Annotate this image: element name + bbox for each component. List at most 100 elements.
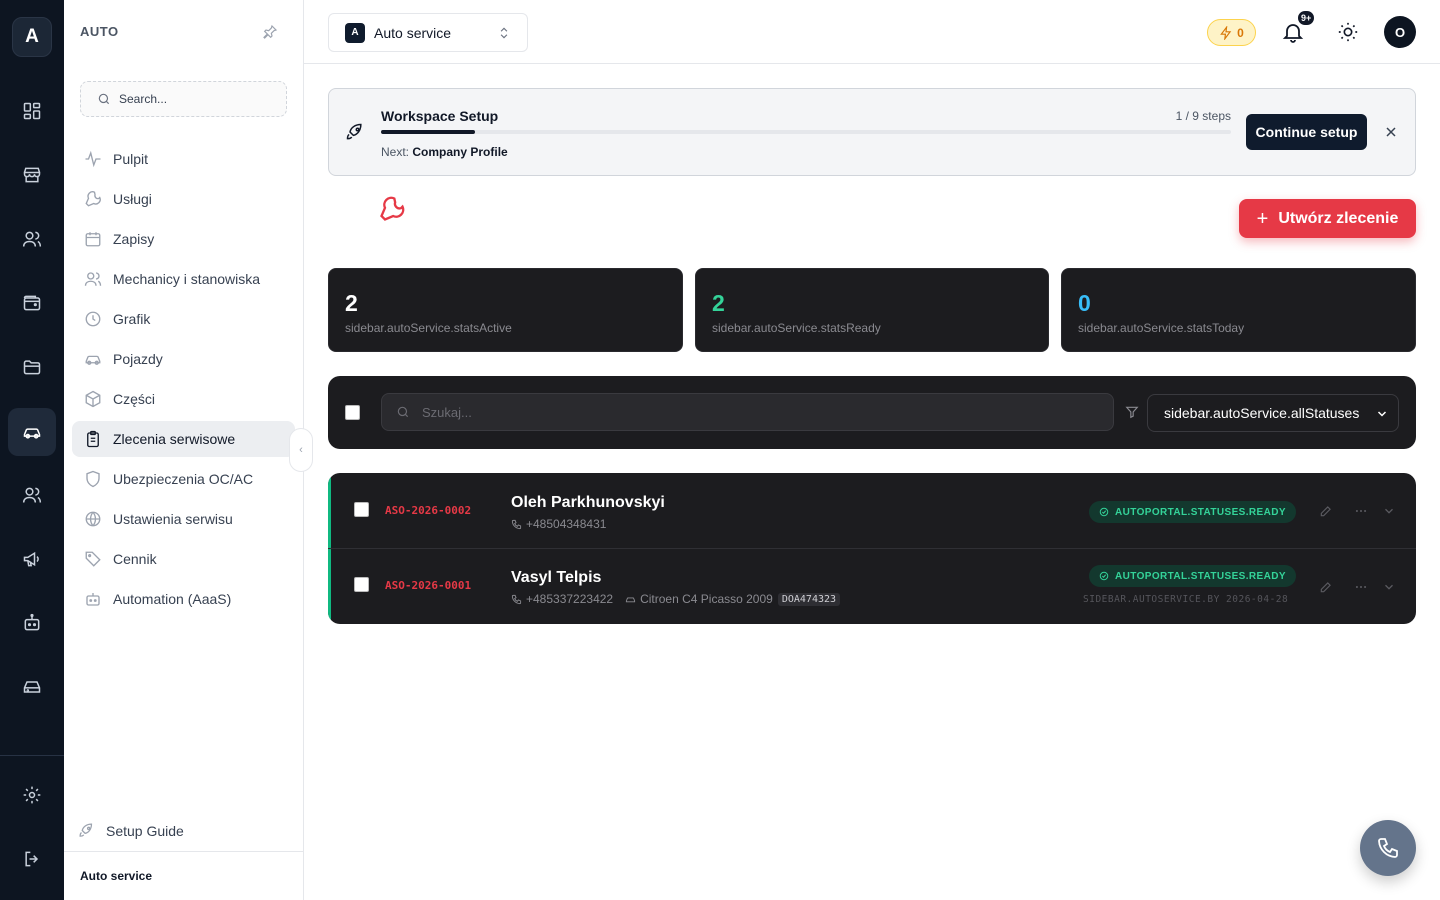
sidebar-item-pojazdy[interactable]: Pojazdy: [72, 341, 295, 377]
chevron-down-icon[interactable]: [1382, 580, 1396, 594]
customer-phone: +48504348431: [526, 517, 607, 531]
sidebar-item-automation[interactable]: Automation (AaaS): [72, 581, 295, 617]
sidebar-item-label: Cennik: [113, 551, 157, 567]
car-icon[interactable]: [8, 408, 56, 456]
team-icon[interactable]: [8, 471, 56, 519]
pin-icon[interactable]: [262, 24, 278, 40]
user-avatar[interactable]: O: [1384, 16, 1416, 48]
workspace-setup-card: Workspace Setup 1 / 9 steps Next: Compan…: [328, 88, 1416, 176]
sidebar-item-zapisy[interactable]: Zapisy: [72, 221, 295, 257]
edit-icon[interactable]: [1319, 504, 1333, 518]
license-plate: DOA474323: [777, 592, 841, 606]
order-row[interactable]: ASO-2026-0002 Oleh Parkhunovskyi +485043…: [328, 473, 1416, 548]
order-checkbox[interactable]: [354, 577, 369, 592]
workspace-name: Auto service: [374, 24, 452, 41]
edit-icon[interactable]: [1319, 580, 1333, 594]
orders-search-input[interactable]: Szukaj...: [381, 393, 1114, 431]
logout-icon[interactable]: [8, 835, 56, 883]
notifications-badge: 9+: [1297, 10, 1316, 26]
stat-value: 2: [345, 290, 358, 316]
store-icon[interactable]: [8, 151, 56, 199]
stat-card-active: 2 sidebar.autoService.statsActive: [328, 268, 683, 352]
sidebar-item-mechanicy[interactable]: Mechanicy i stanowiska: [72, 261, 295, 297]
vehicle-name: Citroen C4 Picasso 2009: [640, 592, 773, 606]
setup-next-step: Next: Company Profile: [381, 145, 508, 159]
chevron-left-icon: ‹: [299, 444, 303, 456]
sidebar-item-cennik[interactable]: Cennik: [72, 541, 295, 577]
status-label: AUTOPORTAL.STATUSES.READY: [1115, 570, 1286, 582]
tag-icon: [85, 551, 101, 567]
sidebar-item-label: Części: [113, 391, 156, 407]
settings-icon[interactable]: [8, 771, 56, 819]
more-icon[interactable]: [1354, 580, 1368, 594]
sidebar-footer-workspace: Auto service: [80, 869, 153, 883]
robot-icon[interactable]: [8, 599, 56, 647]
clock-icon: [85, 311, 101, 327]
rail-divider: [0, 755, 64, 756]
order-created-by: SIDEBAR.AUTOSERVICE.BY 2026-04-28: [1083, 594, 1289, 605]
megaphone-icon[interactable]: [8, 535, 56, 583]
sidebar-footer-divider: [64, 851, 304, 852]
order-meta: +485337223422 Citroen C4 Picasso 2009 DO…: [511, 592, 841, 606]
continue-setup-button[interactable]: Continue setup: [1246, 114, 1367, 150]
sidebar-item-ubezpieczenia[interactable]: Ubezpieczenia OC/AC: [72, 461, 295, 497]
phone-icon: [1378, 838, 1398, 858]
sidebar-item-czesci[interactable]: Części: [72, 381, 295, 417]
credits-badge[interactable]: 0: [1207, 19, 1256, 46]
order-meta: +48504348431: [511, 517, 606, 531]
credits-count: 0: [1237, 25, 1244, 40]
sidebar-item-ustawienia[interactable]: Ustawienia serwisu: [72, 501, 295, 537]
customer-name[interactable]: Oleh Parkhunovskyi: [511, 494, 665, 512]
sidebar-item-label: Pulpit: [113, 151, 149, 167]
setup-title: Workspace Setup: [381, 108, 499, 124]
robot-icon: [86, 593, 100, 606]
call-button[interactable]: [1360, 820, 1416, 876]
sidebar-item-label: Zlecenia serwisowe: [113, 431, 236, 447]
sidebar-item-zlecenia[interactable]: Zlecenia serwisowe: [72, 421, 295, 457]
users-icon[interactable]: [8, 215, 56, 263]
select-all-checkbox[interactable]: [345, 405, 360, 420]
sun-icon[interactable]: [1337, 21, 1359, 43]
create-order-button[interactable]: + Utwórz zlecenie: [1239, 199, 1416, 238]
customer-phone: +485337223422: [526, 592, 614, 606]
box-icon: [85, 390, 101, 408]
sidebar-item-pulpit[interactable]: Pulpit: [72, 141, 295, 177]
sidebar-title: AUTO: [80, 24, 119, 39]
workspace-selector[interactable]: A Auto service: [328, 13, 528, 52]
setup-progress-fill: [381, 130, 476, 134]
app-logo[interactable]: A: [12, 17, 52, 57]
sidebar-search-input[interactable]: Search...: [80, 81, 287, 117]
more-icon[interactable]: [1354, 504, 1368, 518]
drive-icon[interactable]: [8, 663, 56, 711]
status-badge: AUTOPORTAL.STATUSES.READY: [1089, 501, 1296, 523]
close-icon[interactable]: [1383, 124, 1399, 140]
orders-list: ASO-2026-0002 Oleh Parkhunovskyi +485043…: [328, 473, 1416, 624]
stat-card-ready: 2 sidebar.autoService.statsReady: [695, 268, 1049, 352]
chevron-down-icon[interactable]: [1382, 504, 1396, 518]
status-filter-select[interactable]: sidebar.autoService.allStatuses: [1147, 394, 1399, 432]
customer-name[interactable]: Vasyl Telpis: [511, 569, 601, 587]
order-id[interactable]: ASO-2026-0001: [385, 579, 471, 592]
folder-icon[interactable]: [8, 343, 56, 391]
stat-label: sidebar.autoService.statsReady: [712, 321, 881, 335]
status-badge: AUTOPORTAL.STATUSES.READY: [1089, 565, 1296, 587]
activity-icon: [85, 150, 101, 168]
stat-value: 2: [712, 290, 725, 316]
wallet-icon[interactable]: [8, 279, 56, 327]
sidebar: AUTO Search... Pulpit Usługi Zapisy Mech…: [64, 0, 304, 900]
sidebar-item-label: Zapisy: [113, 231, 155, 247]
setup-progress-track: [381, 130, 1231, 134]
sidebar-item-uslugi[interactable]: Usługi: [72, 181, 295, 217]
sidebar-search-placeholder: Search...: [119, 92, 168, 106]
sidebar-item-grafik[interactable]: Grafik: [72, 301, 295, 337]
orders-filter-bar: Szukaj... sidebar.autoService.allStatuse…: [328, 376, 1416, 449]
rocket-icon: [346, 123, 362, 140]
order-id[interactable]: ASO-2026-0002: [385, 504, 471, 517]
setup-guide-link[interactable]: Setup Guide: [78, 822, 184, 839]
sidebar-collapse-toggle[interactable]: ‹: [289, 428, 313, 472]
dashboard-icon[interactable]: [8, 87, 56, 135]
phone-icon: [511, 519, 522, 529]
order-checkbox[interactable]: [354, 502, 369, 517]
order-row[interactable]: ASO-2026-0001 Vasyl Telpis +485337223422…: [328, 549, 1416, 624]
sidebar-item-label: Ubezpieczenia OC/AC: [113, 471, 254, 487]
